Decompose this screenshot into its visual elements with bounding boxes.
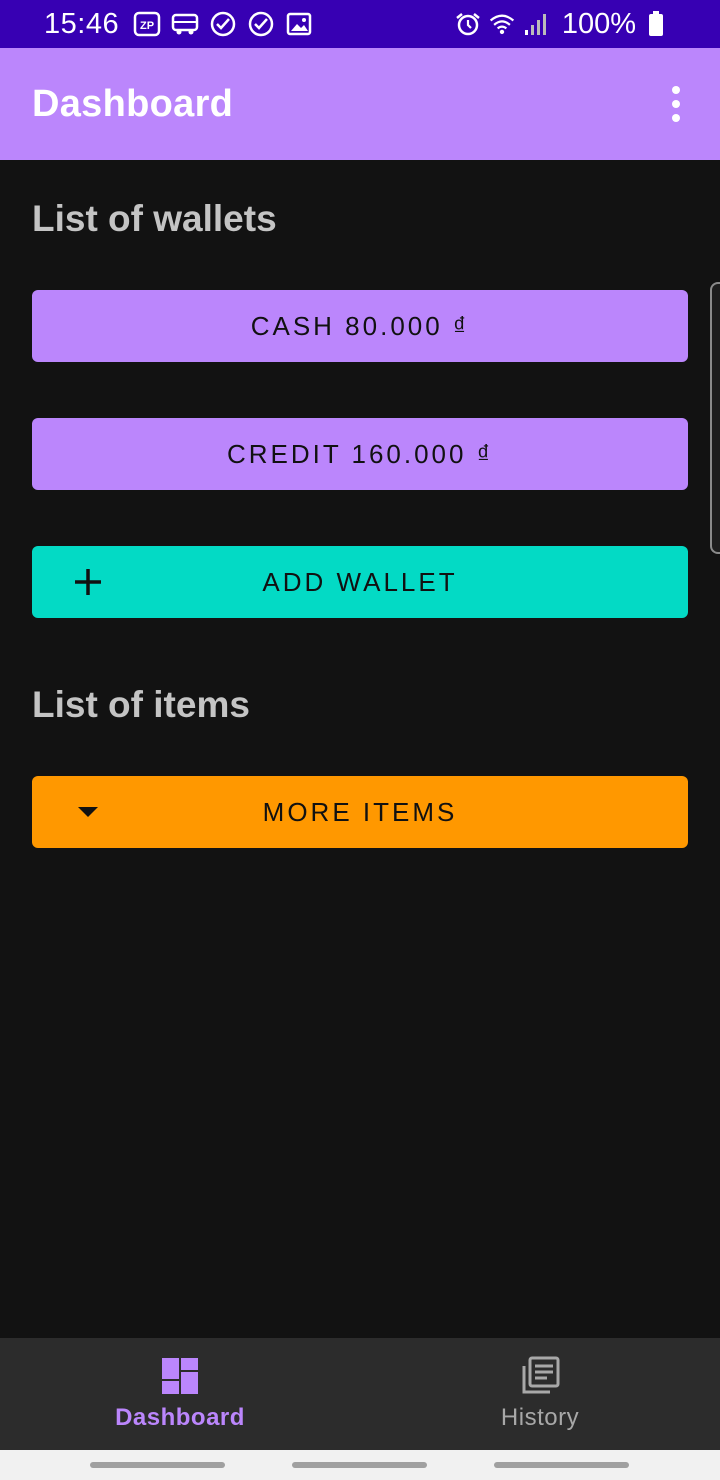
bus-icon <box>171 10 199 38</box>
bottom-navigation: Dashboard History <box>0 1338 720 1450</box>
zalopay-icon: ZP <box>133 10 161 38</box>
plus-icon <box>72 566 104 598</box>
arrow-drop-down-icon <box>72 796 104 828</box>
image-icon <box>285 10 313 38</box>
menu-dot <box>672 86 680 94</box>
status-time: 15:46 <box>44 7 120 40</box>
more-vert-icon[interactable] <box>664 84 688 124</box>
page-title: Dashboard <box>32 82 234 125</box>
back-gesture[interactable] <box>494 1462 629 1468</box>
status-left: 15:46 ZP <box>44 8 323 41</box>
signal-icon <box>522 10 550 38</box>
svg-text:ZP: ZP <box>140 20 154 32</box>
nav-item-dashboard[interactable]: Dashboard <box>0 1338 360 1450</box>
wifi-icon <box>488 10 516 38</box>
add-wallet-label: ADD WALLET <box>262 566 458 597</box>
status-right: 100% <box>454 8 676 41</box>
wallet-button-label: CASH 80.000 ₫ <box>250 310 470 341</box>
check-circle-icon <box>209 10 237 38</box>
add-wallet-button[interactable]: ADD WALLET <box>32 546 688 618</box>
recent-apps-gesture[interactable] <box>90 1462 225 1468</box>
wallets-section-title: List of wallets <box>32 198 277 239</box>
nav-label-dashboard: Dashboard <box>115 1404 245 1431</box>
wallet-button-label: CREDIT 160.000 ₫ <box>226 438 494 469</box>
nav-label-history: History <box>500 1404 580 1431</box>
check-circle-icon <box>247 10 275 38</box>
battery-percentage: 100% <box>561 7 636 40</box>
scrollbar[interactable] <box>710 282 720 554</box>
dashboard-icon <box>160 1356 200 1396</box>
system-navigation-bar <box>0 1450 720 1480</box>
status-bar: 15:46 ZP 100% <box>0 0 720 48</box>
more-items-label: MORE ITEMS <box>262 796 458 827</box>
wallet-button-cash[interactable]: CASH 80.000 ₫ <box>32 290 688 362</box>
battery-icon <box>642 10 670 38</box>
menu-dot <box>672 100 680 108</box>
app-bar: Dashboard <box>0 48 720 160</box>
alarm-icon <box>454 10 482 38</box>
menu-dot <box>672 114 680 122</box>
wallet-button-credit[interactable]: CREDIT 160.000 ₫ <box>32 418 688 490</box>
more-items-button[interactable]: MORE ITEMS <box>32 776 688 848</box>
home-gesture[interactable] <box>292 1462 427 1468</box>
items-section-title: List of items <box>32 684 250 725</box>
history-icon <box>520 1356 560 1396</box>
nav-item-history[interactable]: History <box>360 1338 720 1450</box>
